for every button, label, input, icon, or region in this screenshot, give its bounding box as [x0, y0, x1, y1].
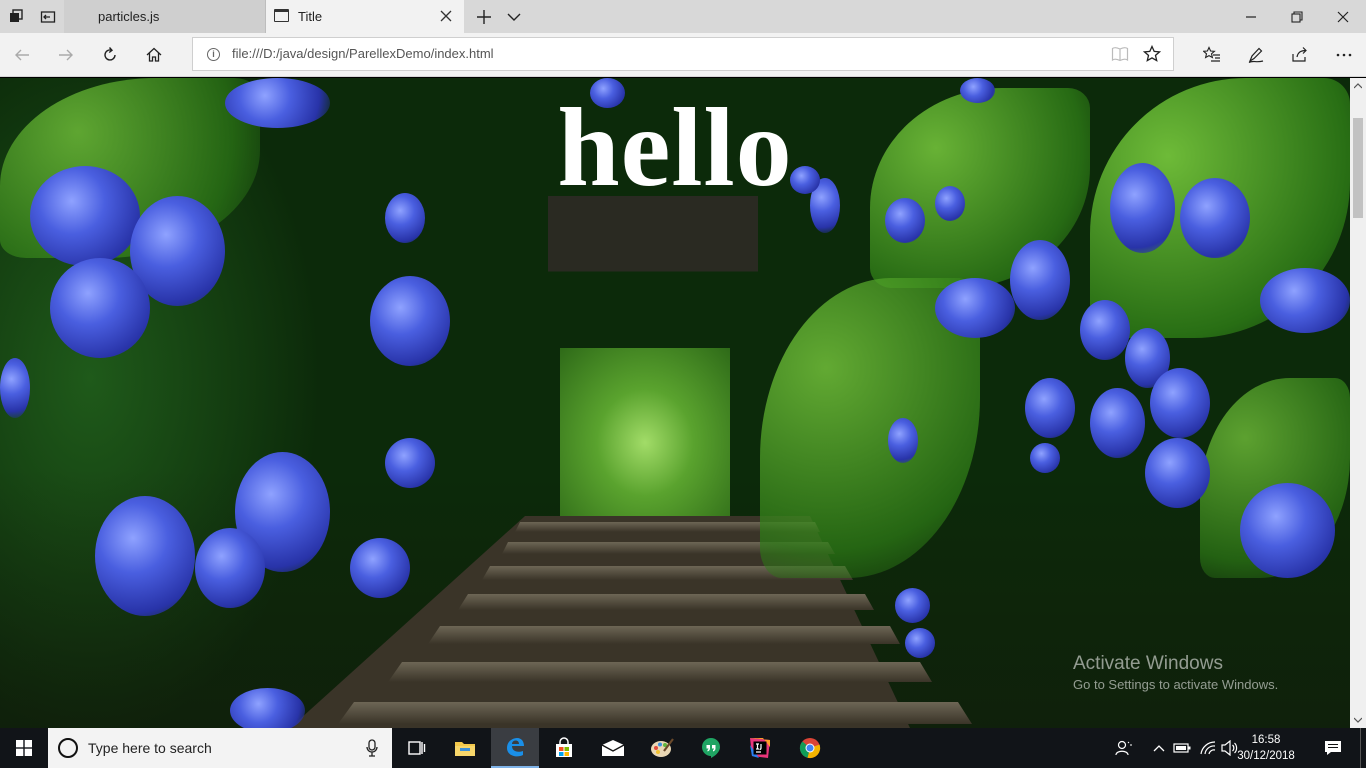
- page-content: hello Activate Windows Go to Settings to…: [0, 78, 1350, 728]
- mail-icon[interactable]: [589, 728, 637, 768]
- tab-particles[interactable]: particles.js: [64, 0, 266, 33]
- clock-date: 30/12/2018: [1237, 750, 1295, 762]
- more-icon[interactable]: [1322, 33, 1366, 77]
- chevron-down-icon[interactable]: [500, 0, 528, 33]
- edge-icon[interactable]: [491, 728, 539, 768]
- taskbar: Type here to search 16:58 30/12/2018: [0, 728, 1366, 768]
- minimize-icon[interactable]: [1228, 0, 1274, 33]
- background-stairs: [290, 516, 972, 728]
- background-flower: [195, 528, 265, 608]
- background-flower: [888, 418, 918, 463]
- cortana-icon: [58, 738, 78, 758]
- background-flower: [935, 278, 1015, 338]
- share-icon[interactable]: [1278, 33, 1322, 77]
- watermark-title: Activate Windows: [1073, 653, 1223, 674]
- background-flower: [95, 496, 195, 616]
- background-flower: [0, 358, 30, 418]
- search-placeholder: Type here to search: [88, 740, 212, 756]
- restore-icon[interactable]: [1274, 0, 1320, 33]
- background-flower: [895, 588, 930, 623]
- star-icon[interactable]: [1142, 44, 1162, 63]
- tab-title[interactable]: Title: [266, 0, 464, 33]
- tab-strip: particles.js Title: [0, 0, 1366, 33]
- background-flower: [1025, 378, 1075, 438]
- background-flower: [1010, 240, 1070, 320]
- file-explorer-icon[interactable]: [441, 728, 489, 768]
- intellij-icon[interactable]: [736, 728, 784, 768]
- back-icon[interactable]: [0, 33, 44, 77]
- background-flower: [1145, 438, 1210, 508]
- home-icon[interactable]: [132, 33, 176, 77]
- chrome-icon[interactable]: [786, 728, 834, 768]
- refresh-icon[interactable]: [88, 33, 132, 77]
- background-flower: [385, 438, 435, 488]
- background-flower: [370, 276, 450, 366]
- paint-icon[interactable]: [638, 728, 686, 768]
- tab-actions-icon[interactable]: [0, 0, 32, 33]
- address-bar[interactable]: i file:///D:/java/design/ParellexDemo/in…: [192, 37, 1174, 71]
- store-icon[interactable]: [540, 728, 588, 768]
- activation-watermark: Activate Windows Go to Settings to activ…: [1073, 652, 1278, 694]
- forward-icon[interactable]: [44, 33, 88, 77]
- background-flower: [230, 688, 305, 728]
- background-flower: [1240, 483, 1335, 578]
- tab-label: Title: [298, 9, 323, 24]
- clock-time: 16:58: [1251, 734, 1281, 746]
- background-garden-view: [560, 348, 730, 520]
- background-flower: [1090, 388, 1145, 458]
- background-flower: [1150, 368, 1210, 438]
- people-icon[interactable]: [1112, 728, 1136, 768]
- url-text[interactable]: file:///D:/java/design/ParellexDemo/inde…: [232, 38, 494, 70]
- reading-view-icon[interactable]: [1111, 46, 1129, 62]
- new-tab-icon[interactable]: [470, 0, 498, 33]
- info-icon[interactable]: i: [207, 48, 220, 61]
- background-flower: [50, 258, 150, 358]
- vertical-scrollbar[interactable]: [1350, 78, 1366, 728]
- set-tabs-aside-icon[interactable]: [32, 0, 64, 33]
- favorites-hub-icon[interactable]: [1190, 33, 1234, 77]
- background-flower: [1030, 443, 1060, 473]
- navigation-bar: i file:///D:/java/design/ParellexDemo/in…: [0, 33, 1366, 77]
- scroll-down-icon[interactable]: [1350, 712, 1366, 728]
- close-tab-icon[interactable]: [438, 8, 454, 24]
- page-icon: [274, 9, 289, 22]
- task-view-icon[interactable]: [392, 728, 440, 768]
- hangouts-icon[interactable]: [687, 728, 735, 768]
- tab-label: particles.js: [98, 9, 160, 24]
- watermark-subtitle: Go to Settings to activate Windows.: [1073, 677, 1279, 692]
- windows-start-icon[interactable]: [0, 728, 48, 768]
- chevron-up-icon[interactable]: [1150, 728, 1168, 768]
- background-flower: [1260, 268, 1350, 333]
- show-desktop-button[interactable]: [1360, 728, 1366, 768]
- battery-icon[interactable]: [1172, 728, 1192, 768]
- background-flower: [1080, 300, 1130, 360]
- system-clock[interactable]: 16:58 30/12/2018: [1234, 728, 1298, 768]
- background-flower: [905, 628, 935, 658]
- taskbar-search[interactable]: Type here to search: [48, 728, 392, 768]
- page-heading: hello: [557, 86, 793, 210]
- scroll-thumb[interactable]: [1353, 118, 1363, 218]
- scroll-up-icon[interactable]: [1350, 78, 1366, 94]
- close-window-icon[interactable]: [1320, 0, 1366, 33]
- action-center-icon[interactable]: [1310, 728, 1356, 768]
- background-flower: [350, 538, 410, 598]
- pen-icon[interactable]: [1234, 33, 1278, 77]
- wifi-icon[interactable]: [1198, 728, 1218, 768]
- microphone-icon[interactable]: [366, 739, 378, 757]
